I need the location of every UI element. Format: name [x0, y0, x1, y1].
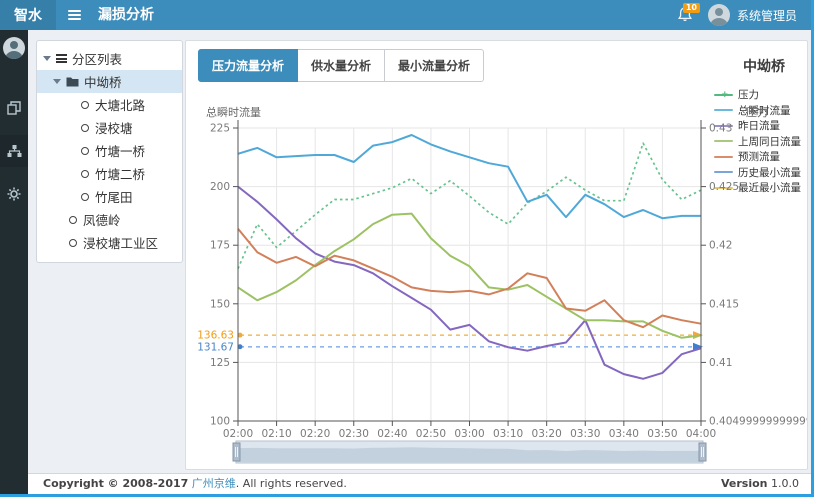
- left-axis-tick: 225: [210, 123, 230, 135]
- right-axis-tick: 0.415: [709, 298, 739, 310]
- analysis-tabs: 压力流量分析供水量分析最小流量分析: [198, 49, 484, 82]
- x-axis-tick: 03:30: [570, 428, 600, 440]
- right-axis-tick: 0.42: [709, 240, 732, 252]
- header-right: 10 系统管理员: [674, 0, 811, 30]
- tab-压力流量分析[interactable]: 压力流量分析: [198, 49, 298, 82]
- x-axis-tick: 02:30: [339, 428, 369, 440]
- datazoom-handle-right[interactable]: [699, 443, 706, 461]
- right-axis-tick: 0.43: [709, 123, 732, 135]
- tree-root-partition-list[interactable]: 分区列表: [37, 47, 182, 70]
- rights-text: . All rights reserved.: [236, 477, 347, 490]
- circle-icon: [81, 101, 89, 109]
- tree-item-label: 浸校塘: [95, 118, 133, 137]
- tree-item-label: 竹塘二桥: [95, 164, 145, 183]
- gear-icon[interactable]: [0, 178, 28, 210]
- caret-down-icon: [43, 56, 51, 61]
- tree-item-label: 大塘北路: [95, 95, 145, 114]
- footer: Copyright © 2008-2017 广州京维. All rights r…: [28, 473, 811, 494]
- app-window: 智水 漏损分析 10 系统管理员: [0, 0, 811, 494]
- right-axis-tick: 0.425: [709, 181, 739, 193]
- left-axis-tick: 150: [210, 298, 230, 310]
- circle-icon: [81, 193, 89, 201]
- tree-root-label: 分区列表: [72, 49, 122, 68]
- copyright-text: Copyright © 2008-2017: [43, 477, 188, 490]
- x-axis-tick: 03:20: [532, 428, 562, 440]
- markline-label-最近最小流量: 136.63: [197, 330, 234, 342]
- x-axis-tick: 02:50: [416, 428, 446, 440]
- x-axis-tick: 03:40: [609, 428, 639, 440]
- user-menu[interactable]: 系统管理员: [708, 4, 797, 26]
- circle-icon: [69, 216, 77, 224]
- chart-canvas: 总瞬时流量 压力 136.63131.67 100 125 150 175 200 225 0.4…: [186, 86, 808, 470]
- x-axis-tick: 03:10: [493, 428, 523, 440]
- left-axis-tick: 200: [210, 181, 230, 193]
- sidebar-toggle-icon[interactable]: [56, 0, 92, 30]
- content-area: 分区列表中坳桥大塘北路浸校塘竹塘一桥竹塘二桥竹尾田凤德岭浸校塘工业区 压力流量分…: [28, 30, 811, 473]
- copy-icon[interactable]: [0, 92, 28, 124]
- x-axis-tick: 03:00: [454, 428, 484, 440]
- list-icon: [56, 54, 67, 63]
- left-axis-name: 总瞬时流量: [206, 105, 261, 119]
- right-axis-name: 压力: [746, 106, 768, 119]
- markline-label-历史最小流量: 131.67: [197, 341, 234, 353]
- version-text: Version 1.0.0: [721, 474, 799, 494]
- tree-item-label: 竹塘一桥: [95, 141, 145, 160]
- top-navbar: 智水 漏损分析 10 系统管理员: [0, 0, 811, 30]
- notifications-button[interactable]: 10: [674, 4, 696, 26]
- x-axis-tick: 02:10: [261, 428, 291, 440]
- tree-item-label: 中坳桥: [84, 72, 122, 91]
- zone-tree-panel: 分区列表中坳桥大塘北路浸校塘竹塘一桥竹塘二桥竹尾田凤德岭浸校塘工业区: [36, 40, 183, 263]
- tab-最小流量分析[interactable]: 最小流量分析: [385, 49, 484, 82]
- tree-item[interactable]: 浸校塘工业区: [37, 231, 182, 254]
- line-chart: 总瞬时流量 压力 136.63131.67 100 125 150 175 200 225 0.4…: [186, 86, 808, 470]
- mini-sidebar: [0, 30, 28, 494]
- right-axis-tick: 0.40499999999999995: [709, 416, 808, 428]
- x-axis-tick: 04:00: [686, 428, 716, 440]
- tree-item-label: 凤德岭: [83, 210, 121, 229]
- tree-item[interactable]: 中坳桥: [37, 70, 182, 93]
- sitemap-icon[interactable]: [0, 135, 28, 167]
- left-axis-tick: 100: [210, 416, 230, 428]
- circle-icon: [81, 170, 89, 178]
- tree-item[interactable]: 凤德岭: [37, 208, 182, 231]
- app-logo[interactable]: 智水: [0, 0, 56, 30]
- tree-item-label: 浸校塘工业区: [83, 233, 158, 252]
- datazoom-handle-left[interactable]: [233, 443, 240, 461]
- right-axis-tick: 0.41: [709, 357, 732, 369]
- tree-item[interactable]: 竹塘一桥: [37, 139, 182, 162]
- tree-item[interactable]: 浸校塘: [37, 116, 182, 139]
- company-link[interactable]: 广州京维: [192, 477, 236, 490]
- tree-item[interactable]: 竹塘二桥: [37, 162, 182, 185]
- x-axis-tick: 03:50: [647, 428, 677, 440]
- left-axis-tick: 125: [210, 357, 230, 369]
- tree-item[interactable]: 大塘北路: [37, 93, 182, 116]
- x-axis-tick: 02:40: [377, 428, 407, 440]
- circle-icon: [81, 147, 89, 155]
- folder-icon: [66, 76, 79, 87]
- circle-icon: [81, 124, 89, 132]
- caret-down-icon: [53, 79, 61, 84]
- tree-item[interactable]: 竹尾田: [37, 185, 182, 208]
- sidebar-avatar[interactable]: [3, 37, 25, 59]
- analysis-panel: 压力流量分析供水量分析最小流量分析 中坳桥 +压力总瞬时流量昨日流量上周同日流量…: [185, 40, 808, 470]
- notification-badge: 10: [683, 3, 700, 13]
- page-title: 中坳桥: [743, 56, 785, 76]
- user-name: 系统管理员: [737, 7, 797, 24]
- tab-供水量分析[interactable]: 供水量分析: [298, 49, 385, 82]
- user-avatar: [708, 4, 730, 26]
- tree-item-label: 竹尾田: [95, 187, 133, 206]
- x-axis-tick: 02:20: [300, 428, 330, 440]
- left-axis-tick: 175: [210, 240, 230, 252]
- x-axis-tick: 02:00: [223, 428, 253, 440]
- page-heading: 漏损分析: [98, 0, 154, 30]
- circle-icon: [69, 239, 77, 247]
